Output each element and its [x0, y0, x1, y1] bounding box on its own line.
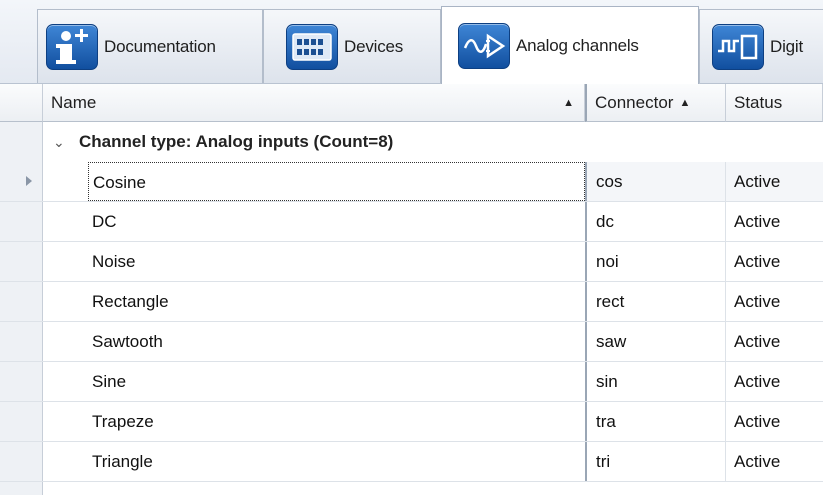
group-indent	[43, 242, 88, 281]
column-header-status[interactable]: Status	[726, 84, 823, 122]
table-row[interactable]: Sawtooth saw Active	[0, 322, 823, 362]
cell-connector[interactable]: noi	[585, 242, 726, 281]
column-header-name[interactable]: Name ▲	[43, 84, 585, 122]
tab-analog-channels[interactable]: Analog channels	[441, 6, 699, 84]
tab-bar: Documentation Devices Analog channels Di…	[0, 0, 823, 84]
group-indent	[43, 162, 88, 201]
group-indent	[43, 402, 88, 441]
cell-connector[interactable]: tra	[585, 402, 726, 441]
table-row[interactable]: Cosine cos Active	[0, 162, 823, 202]
cell-status[interactable]: Active	[726, 202, 823, 241]
row-selector[interactable]	[0, 362, 43, 401]
tab-documentation-label: Documentation	[104, 36, 216, 56]
analog-channels-icon	[458, 22, 510, 69]
cell-name[interactable]: Trapeze	[88, 402, 585, 441]
collapse-chevron-icon[interactable]: ⌄	[53, 134, 67, 151]
column-header-connector[interactable]: Connector ▲	[585, 84, 726, 122]
tab-devices[interactable]: Devices	[263, 9, 441, 83]
cell-status[interactable]: Active	[726, 162, 823, 201]
table-row[interactable]: Rectangle rect Active	[0, 282, 823, 322]
cell-status[interactable]: Active	[726, 242, 823, 281]
group-label: Channel type: Analog inputs (Count=8)	[79, 132, 394, 151]
group-indent	[43, 362, 88, 401]
cell-name[interactable]: Cosine	[88, 162, 585, 201]
channel-table: Name ▲ Connector ▲ Status ⌄ Channel type…	[0, 84, 823, 495]
row-selector[interactable]	[0, 322, 43, 361]
table-row[interactable]: Triangle tri Active	[0, 442, 823, 482]
tab-digital-channels-label: Digit	[770, 36, 804, 56]
cell-status[interactable]: Active	[726, 442, 823, 481]
cell-name[interactable]: Noise	[88, 242, 585, 281]
cell-connector[interactable]: rect	[585, 282, 726, 321]
table-row[interactable]: Trapeze tra Active	[0, 402, 823, 442]
header-row-selector	[0, 84, 43, 122]
column-header-name-label: Name	[51, 92, 97, 112]
digital-channels-icon	[712, 23, 764, 70]
column-header-status-label: Status	[734, 92, 783, 112]
group-indent	[43, 202, 88, 241]
tab-digital-channels[interactable]: Digit	[699, 9, 823, 83]
cell-status[interactable]: Active	[726, 322, 823, 361]
sort-ascending-icon: ▲	[563, 96, 574, 109]
row-selector[interactable]	[0, 162, 43, 201]
row-selector[interactable]	[0, 242, 43, 281]
group-indent	[43, 442, 88, 481]
cell-name[interactable]: Triangle	[88, 442, 585, 481]
cell-name[interactable]: Sawtooth	[88, 322, 585, 361]
column-header-connector-label: Connector	[595, 92, 674, 112]
cell-connector[interactable]: sin	[585, 362, 726, 401]
cell-name[interactable]: DC	[88, 202, 585, 241]
group-row-analog-inputs[interactable]: ⌄ Channel type: Analog inputs (Count=8)	[43, 122, 823, 162]
table-row[interactable]: DC dc Active	[0, 202, 823, 242]
row-selector[interactable]	[0, 202, 43, 241]
info-icon	[46, 23, 98, 70]
cell-name[interactable]: Sine	[88, 362, 585, 401]
cell-name[interactable]: Rectangle	[88, 282, 585, 321]
tab-documentation[interactable]: Documentation	[37, 9, 263, 83]
cell-status[interactable]: Active	[726, 362, 823, 401]
cell-connector[interactable]: cos	[585, 162, 726, 201]
tab-analog-channels-label: Analog channels	[516, 35, 639, 55]
devices-icon	[286, 23, 338, 70]
cell-status[interactable]: Active	[726, 402, 823, 441]
cell-connector[interactable]: dc	[585, 202, 726, 241]
cell-connector[interactable]: tri	[585, 442, 726, 481]
channel-editor-window: Documentation Devices Analog channels Di…	[0, 0, 823, 495]
row-selector[interactable]	[0, 402, 43, 441]
group-indent	[43, 282, 88, 321]
table-row[interactable]: Sine sin Active	[0, 362, 823, 402]
group-indent	[43, 322, 88, 361]
row-selector[interactable]	[0, 282, 43, 321]
current-row-indicator-icon	[26, 176, 32, 186]
cell-connector[interactable]: saw	[585, 322, 726, 361]
cell-status[interactable]: Active	[726, 282, 823, 321]
sort-ascending-icon: ▲	[679, 96, 691, 109]
tab-devices-label: Devices	[344, 36, 404, 56]
row-selector[interactable]	[0, 442, 43, 481]
table-row[interactable]: Noise noi Active	[0, 242, 823, 282]
